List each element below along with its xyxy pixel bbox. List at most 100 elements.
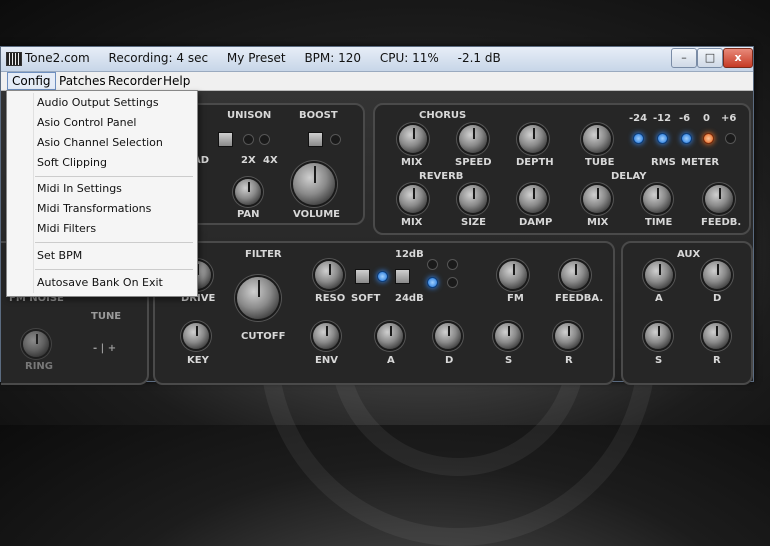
- recording-status: Recording: 4 sec: [108, 51, 209, 65]
- menu-help[interactable]: Help: [159, 73, 194, 89]
- chorus-depth-knob[interactable]: [519, 125, 547, 153]
- soft-label: SOFT: [351, 293, 381, 304]
- db24-label: 24dB: [395, 293, 424, 304]
- filter-s-label: S: [505, 355, 513, 366]
- soft-toggle[interactable]: [355, 269, 370, 284]
- chorus-speed-knob[interactable]: [459, 125, 487, 153]
- meter-tick-minus6: -6: [679, 113, 691, 124]
- volume-knob[interactable]: [293, 163, 335, 205]
- meter-led-4: [703, 133, 714, 144]
- title-bar: Tone2.com Recording: 4 sec My Preset BPM…: [1, 47, 753, 72]
- menu-item-midi-filters[interactable]: Midi Filters: [37, 220, 96, 238]
- chorus-depth-label: DEPTH: [516, 157, 554, 168]
- reverb-damp-knob[interactable]: [519, 185, 547, 213]
- reverb-title: REVERB: [419, 171, 464, 182]
- menu-item-midi-in-settings[interactable]: Midi In Settings: [37, 180, 122, 198]
- filter-d-label: D: [445, 355, 454, 366]
- unison-2x-label: 2X: [241, 155, 256, 166]
- level-readout: -2.1 dB: [457, 51, 501, 65]
- meter-led-1: [633, 133, 644, 144]
- soft-led: [377, 271, 388, 282]
- meter-label: METER: [681, 157, 720, 168]
- tune-label: TUNE: [91, 311, 122, 322]
- menu-item-set-bpm[interactable]: Set BPM: [37, 247, 82, 265]
- aux-s-knob[interactable]: [645, 323, 671, 349]
- menu-config[interactable]: Config: [7, 72, 56, 90]
- preset-name: My Preset: [226, 51, 286, 65]
- rms-label: RMS: [651, 157, 676, 168]
- menu-item-midi-transformations[interactable]: Midi Transformations: [37, 200, 151, 218]
- fm-knob[interactable]: [499, 261, 527, 289]
- db-toggle[interactable]: [395, 269, 410, 284]
- meter-led-3: [681, 133, 692, 144]
- delay-feedback-knob[interactable]: [705, 185, 733, 213]
- env-label: ENV: [315, 355, 338, 366]
- menu-item-asio-channel-selection[interactable]: Asio Channel Selection: [37, 134, 163, 152]
- filter-r-knob[interactable]: [555, 323, 581, 349]
- filter-feedback-knob[interactable]: [561, 261, 589, 289]
- reverb-damp-label: DAMP: [519, 217, 553, 228]
- chorus-speed-label: SPEED: [455, 157, 492, 168]
- filter-type-led-1: [427, 259, 438, 270]
- menu-item-audio-output-settings[interactable]: Audio Output Settings: [37, 94, 159, 112]
- delay-time-knob[interactable]: [643, 185, 671, 213]
- aux-d-knob[interactable]: [703, 261, 731, 289]
- chorus-mix-knob[interactable]: [399, 125, 427, 153]
- aux-a-label: A: [655, 293, 663, 304]
- filter-s-knob[interactable]: [495, 323, 521, 349]
- aux-r-knob[interactable]: [703, 323, 729, 349]
- meter-led-2: [657, 133, 668, 144]
- delay-title: DELAY: [611, 171, 647, 182]
- config-dropdown-menu: Audio Output Settings Asio Control Panel…: [6, 90, 198, 297]
- chorus-title: CHORUS: [419, 110, 467, 121]
- menu-patches[interactable]: Patches: [55, 73, 110, 89]
- db12-label: 12dB: [395, 249, 424, 260]
- aux-title: AUX: [677, 249, 701, 260]
- filter-feedback-label: FEEDBA.: [555, 293, 604, 304]
- aux-d-label: D: [713, 293, 722, 304]
- reso-label: RESO: [315, 293, 346, 304]
- filter-panel: FILTER DRIVE CUTOFF KEY RESO SOFT 12dB 2…: [153, 241, 615, 385]
- unison-toggle[interactable]: [218, 132, 233, 147]
- filter-a-knob[interactable]: [377, 323, 403, 349]
- piano-icon: [6, 52, 22, 66]
- filter-type-led-3: [427, 277, 438, 288]
- reverb-size-knob[interactable]: [459, 185, 487, 213]
- key-knob[interactable]: [183, 323, 209, 349]
- meter-tick-minus12: -12: [653, 113, 672, 124]
- meter-tick-plus6: +6: [721, 113, 737, 124]
- reverb-size-label: SIZE: [461, 217, 487, 228]
- env-knob[interactable]: [313, 323, 339, 349]
- filter-d-knob[interactable]: [435, 323, 461, 349]
- delay-mix-knob[interactable]: [583, 185, 611, 213]
- volume-label: VOLUME: [293, 209, 340, 220]
- fm-label: FM: [507, 293, 524, 304]
- filter-type-led-2: [447, 259, 458, 270]
- close-button[interactable]: x: [723, 48, 753, 68]
- ring-knob[interactable]: [23, 331, 49, 357]
- menu-item-autosave-bank[interactable]: Autosave Bank On Exit: [37, 274, 163, 292]
- key-label: KEY: [187, 355, 209, 366]
- reverb-mix-knob[interactable]: [399, 185, 427, 213]
- boost-toggle[interactable]: [308, 132, 323, 147]
- boost-led: [330, 134, 341, 145]
- minimize-button[interactable]: –: [671, 48, 697, 68]
- cutoff-knob[interactable]: [237, 277, 279, 319]
- menu-item-asio-control-panel[interactable]: Asio Control Panel: [37, 114, 136, 132]
- tune-range-label: - | +: [93, 343, 117, 354]
- reso-knob[interactable]: [315, 261, 343, 289]
- cpu-readout: CPU: 11%: [379, 51, 439, 65]
- filter-type-led-4: [447, 277, 458, 288]
- filter-r-label: R: [565, 355, 573, 366]
- menu-item-soft-clipping[interactable]: Soft Clipping: [37, 154, 107, 172]
- pan-knob[interactable]: [235, 179, 261, 205]
- chorus-tube-knob[interactable]: [583, 125, 611, 153]
- aux-a-knob[interactable]: [645, 261, 673, 289]
- filter-a-label: A: [387, 355, 395, 366]
- menu-recorder[interactable]: Recorder: [104, 73, 166, 89]
- chorus-tube-label: TUBE: [585, 157, 615, 168]
- maximize-button[interactable]: □: [697, 48, 723, 68]
- delay-feedback-label: FEEDB.: [701, 217, 742, 228]
- aux-r-label: R: [713, 355, 721, 366]
- delay-time-label: TIME: [645, 217, 673, 228]
